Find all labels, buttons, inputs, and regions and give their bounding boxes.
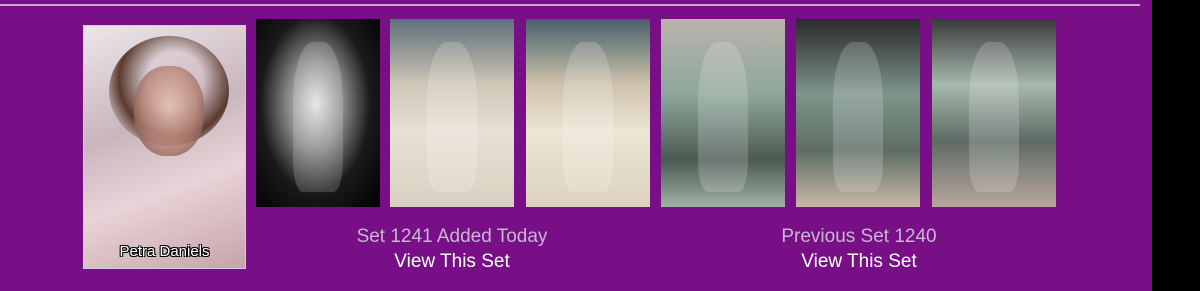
current-set-caption: Set 1241 Added Today View This Set xyxy=(322,226,582,273)
thumbnail-figure xyxy=(698,41,748,192)
set-thumbnail[interactable] xyxy=(256,19,380,207)
top-divider xyxy=(0,4,1140,6)
current-set-title: Set 1241 Added Today xyxy=(356,226,548,247)
view-previous-set-link[interactable]: View This Set xyxy=(728,251,990,273)
thumbnail-figure xyxy=(969,41,1019,192)
right-black-border xyxy=(1152,0,1200,291)
set-thumbnail[interactable] xyxy=(796,19,920,207)
thumbnail-figure xyxy=(563,41,613,192)
set-preview-panel: Petra Daniels Set 1241 Added Today View … xyxy=(0,0,1152,291)
previous-set-title: Previous Set 1240 xyxy=(781,226,937,247)
set-thumbnail[interactable] xyxy=(661,19,785,207)
previous-set-caption: Previous Set 1240 View This Set xyxy=(728,226,990,273)
set-thumbnail[interactable] xyxy=(390,19,514,207)
thumbnail-figure xyxy=(427,41,477,192)
set-thumbnail[interactable] xyxy=(526,19,650,207)
thumbnail-figure xyxy=(293,41,343,192)
view-current-set-link[interactable]: View This Set xyxy=(322,251,582,273)
profile-photo-face xyxy=(134,66,204,156)
model-name: Petra Daniels xyxy=(119,243,210,260)
profile-photo[interactable]: Petra Daniels xyxy=(83,25,246,269)
set-thumbnail[interactable] xyxy=(932,19,1056,207)
thumbnail-figure xyxy=(833,41,883,192)
